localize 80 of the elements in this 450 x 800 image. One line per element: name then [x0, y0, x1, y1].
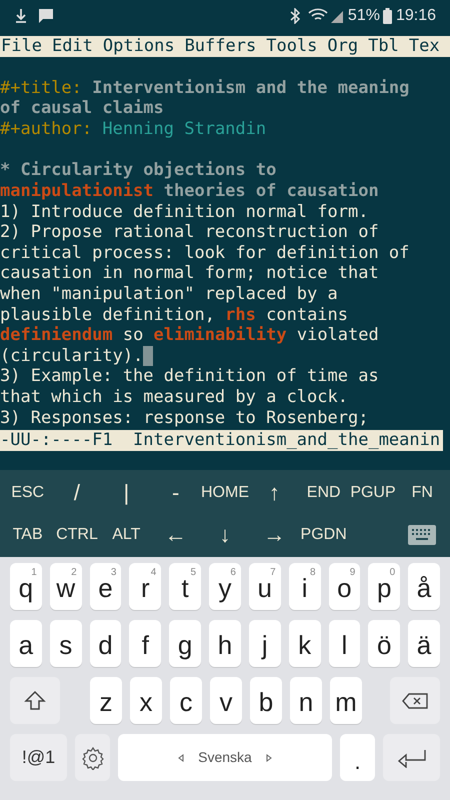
shift-key[interactable]	[10, 677, 60, 724]
keyboard-key[interactable]: j	[248, 620, 281, 667]
settings-key[interactable]	[75, 734, 110, 781]
menu-item[interactable]: Options	[102, 36, 175, 57]
symbols-key[interactable]: !@1	[10, 734, 67, 781]
enter-icon	[396, 748, 426, 768]
battery-percent: 51%	[348, 6, 380, 26]
keyboard-key[interactable]: m	[330, 677, 362, 724]
keyboard-key[interactable]: d	[90, 620, 122, 667]
keyboard-key[interactable]: å	[408, 563, 440, 610]
backspace-icon	[402, 692, 428, 708]
keyboard-key[interactable]: ä	[408, 620, 440, 667]
menu-item[interactable]: Org	[327, 36, 358, 57]
editor-line: causation in normal form; notice that	[0, 263, 379, 284]
settings-icon	[80, 746, 104, 770]
keyboard-key[interactable]: z	[90, 677, 122, 724]
editor-line: 1) Introduce definition normal form.	[0, 202, 368, 222]
editor-line: plausible definition, rhs contains	[0, 304, 348, 326]
extra-key[interactable]: ALT	[102, 516, 151, 552]
menu-item[interactable]: Tbl	[368, 36, 399, 57]
editor-line: * Circularity objections to	[0, 160, 276, 181]
extra-key[interactable]: →	[250, 516, 299, 552]
menu-item[interactable]: Buffers	[184, 36, 256, 57]
keyboard-key[interactable]: x	[130, 677, 162, 724]
editor-line: that which is measured by a clock.	[0, 386, 348, 408]
editor-line: 2) Propose rational reconstruction of	[0, 222, 379, 243]
keyboard-key[interactable]: l	[328, 620, 360, 667]
enter-key[interactable]	[383, 734, 440, 781]
keyboard-key[interactable]: k	[288, 620, 320, 667]
editor-line: of causal claims	[0, 98, 164, 119]
extra-key[interactable]: PGDN	[298, 516, 348, 552]
keyboard-key[interactable]: g	[169, 620, 202, 667]
editor-line: critical process: look for definition of	[0, 242, 410, 264]
download-icon	[14, 8, 28, 24]
keyboard-key[interactable]: ö	[368, 620, 400, 667]
extra-key[interactable]: /	[52, 474, 102, 510]
keyboard-key[interactable]: b	[250, 677, 282, 724]
space-key[interactable]: Svenska	[118, 734, 332, 781]
extra-key[interactable]: HOME	[200, 474, 250, 510]
keyboard-key[interactable]: h	[209, 620, 241, 667]
extra-key[interactable]: FN	[398, 474, 447, 510]
clock-time: 19:16	[396, 6, 436, 26]
keyboard-key[interactable]: s	[50, 620, 82, 667]
extra-key[interactable]: CTRL	[52, 516, 102, 552]
menu-item[interactable]: Tools	[266, 36, 318, 57]
keyboard-key[interactable]: f	[129, 620, 162, 667]
extra-key[interactable]: ←	[150, 516, 200, 552]
extra-key[interactable]: PGUP	[348, 474, 398, 510]
extra-key[interactable]: ↑	[250, 474, 299, 510]
keyboard-icon[interactable]	[408, 524, 436, 544]
message-icon	[38, 8, 54, 24]
mode-line: -UU-:----F1 Interventionism_and_the_meanin	[0, 430, 440, 450]
editor-line: 3) Example: the definition of time as	[0, 366, 379, 387]
editor-line: definiendum so eliminability violated	[0, 325, 379, 346]
extra-key[interactable]: TAB	[3, 516, 52, 552]
keyboard-key[interactable]: v	[210, 677, 242, 724]
keyboard-key[interactable]: a	[10, 620, 42, 667]
left-triangle-icon	[178, 754, 184, 762]
menu-item[interactable]: Tex	[408, 36, 440, 57]
keyboard-key[interactable]: n	[290, 677, 322, 724]
battery-icon	[382, 8, 392, 24]
editor-line: #+title: Interventionism and the meaning	[0, 78, 410, 98]
period-key[interactable]: .	[340, 734, 375, 781]
extra-key[interactable]: ↓	[200, 516, 250, 552]
extra-key[interactable]: -	[150, 474, 200, 510]
shift-arrow-icon	[24, 690, 46, 712]
extra-key[interactable]: ESC	[3, 474, 52, 510]
editor-line: #+author: Henning Strandin	[0, 118, 266, 140]
menu-item[interactable]: File	[1, 36, 42, 57]
backspace-key[interactable]	[390, 677, 440, 724]
bluetooth-icon	[290, 8, 300, 24]
editor-line: manipulationist theories of causation	[0, 180, 379, 202]
menu-item[interactable]: Edit	[52, 36, 93, 57]
keyboard-key[interactable]: c	[170, 677, 202, 724]
editor-line: when "manipulation" replaced by a	[0, 284, 338, 305]
editor-line: (circularity).	[0, 346, 144, 366]
extra-key[interactable]: END	[298, 474, 348, 510]
right-triangle-icon	[266, 754, 272, 762]
editor-line: 3) Responses: response to Rosenberg;	[0, 408, 368, 428]
extra-key[interactable]: |	[102, 474, 151, 510]
